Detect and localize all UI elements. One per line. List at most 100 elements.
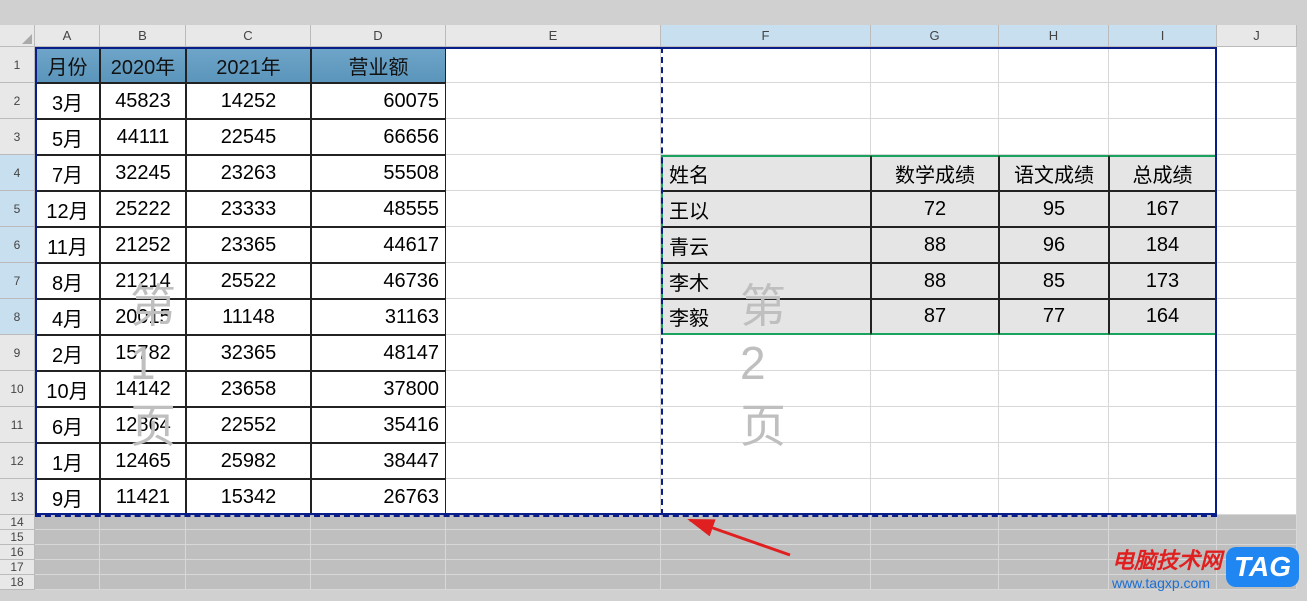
cell[interactable]: 23658 xyxy=(186,371,311,407)
cell[interactable] xyxy=(1109,47,1217,83)
cell[interactable] xyxy=(1217,119,1297,155)
cell[interactable] xyxy=(446,263,661,299)
cell[interactable]: 87 xyxy=(871,299,999,335)
cell[interactable]: 72 xyxy=(871,191,999,227)
row-head[interactable]: 12 xyxy=(0,443,35,479)
cell[interactable]: 23333 xyxy=(186,191,311,227)
cell[interactable] xyxy=(999,83,1109,119)
cell[interactable]: 44111 xyxy=(100,119,186,155)
cell[interactable]: 48147 xyxy=(311,335,446,371)
cell[interactable] xyxy=(35,575,100,590)
cell[interactable] xyxy=(871,560,999,575)
cell[interactable] xyxy=(999,530,1109,545)
cell[interactable] xyxy=(871,443,999,479)
cell[interactable]: 184 xyxy=(1109,227,1217,263)
cell[interactable] xyxy=(661,560,871,575)
cell[interactable] xyxy=(446,83,661,119)
row-head[interactable]: 3 xyxy=(0,119,35,155)
cell[interactable]: 数学成绩 xyxy=(871,155,999,191)
cell[interactable] xyxy=(446,155,661,191)
cell[interactable] xyxy=(1217,515,1297,530)
cell[interactable] xyxy=(871,575,999,590)
cell[interactable] xyxy=(871,545,999,560)
cell[interactable]: 46736 xyxy=(311,263,446,299)
cell[interactable] xyxy=(871,371,999,407)
cell[interactable] xyxy=(1109,335,1217,371)
cell[interactable] xyxy=(1109,83,1217,119)
cell[interactable] xyxy=(999,335,1109,371)
cell[interactable]: 营业额 xyxy=(311,47,446,83)
cell[interactable]: 10月 xyxy=(35,371,100,407)
cell[interactable] xyxy=(871,83,999,119)
cell[interactable]: 2021年 xyxy=(186,47,311,83)
cell[interactable]: 66656 xyxy=(311,119,446,155)
cell[interactable] xyxy=(999,371,1109,407)
cell[interactable] xyxy=(1217,407,1297,443)
row-head[interactable]: 1 xyxy=(0,47,35,83)
page-break-horizontal[interactable] xyxy=(35,515,1217,517)
cell[interactable] xyxy=(35,515,100,530)
cell[interactable]: 姓名 xyxy=(661,155,871,191)
cell[interactable]: 60075 xyxy=(311,83,446,119)
select-all-corner[interactable] xyxy=(0,25,35,47)
cell[interactable] xyxy=(661,119,871,155)
cell[interactable] xyxy=(100,560,186,575)
cell[interactable] xyxy=(311,515,446,530)
cell[interactable]: 语文成绩 xyxy=(999,155,1109,191)
cell[interactable] xyxy=(1217,263,1297,299)
cell[interactable]: 李木 xyxy=(661,263,871,299)
cell[interactable] xyxy=(1217,479,1297,515)
cell[interactable] xyxy=(1217,83,1297,119)
cell[interactable]: 青云 xyxy=(661,227,871,263)
cell[interactable]: 45823 xyxy=(100,83,186,119)
cell[interactable]: 15342 xyxy=(186,479,311,515)
cell[interactable]: 4月 xyxy=(35,299,100,335)
row-head[interactable]: 18 xyxy=(0,575,35,590)
page-break-vertical[interactable] xyxy=(661,47,663,515)
col-head-F[interactable]: F xyxy=(661,25,871,47)
cell[interactable] xyxy=(1109,407,1217,443)
cell[interactable] xyxy=(446,191,661,227)
cell[interactable]: 26763 xyxy=(311,479,446,515)
cell[interactable] xyxy=(446,560,661,575)
cell[interactable]: 王以 xyxy=(661,191,871,227)
cell[interactable] xyxy=(871,515,999,530)
cell[interactable]: 2020年 xyxy=(100,47,186,83)
cell[interactable] xyxy=(446,575,661,590)
cell[interactable] xyxy=(446,335,661,371)
cell[interactable] xyxy=(1109,119,1217,155)
cell[interactable]: 23263 xyxy=(186,155,311,191)
cell[interactable] xyxy=(871,407,999,443)
cell[interactable] xyxy=(1217,299,1297,335)
cell[interactable]: 11148 xyxy=(186,299,311,335)
col-head-H[interactable]: H xyxy=(999,25,1109,47)
cell[interactable] xyxy=(1217,335,1297,371)
cell[interactable]: 48555 xyxy=(311,191,446,227)
cell[interactable] xyxy=(661,47,871,83)
cell[interactable]: 88 xyxy=(871,263,999,299)
cell[interactable] xyxy=(661,371,871,407)
cell[interactable]: 12465 xyxy=(100,443,186,479)
cell[interactable]: 35416 xyxy=(311,407,446,443)
cell[interactable] xyxy=(100,575,186,590)
cell[interactable] xyxy=(35,545,100,560)
cell[interactable] xyxy=(186,575,311,590)
cell[interactable]: 44617 xyxy=(311,227,446,263)
cell[interactable]: 12864 xyxy=(100,407,186,443)
cell[interactable] xyxy=(100,545,186,560)
cell[interactable] xyxy=(1217,227,1297,263)
row-head[interactable]: 11 xyxy=(0,407,35,443)
cell[interactable]: 总成绩 xyxy=(1109,155,1217,191)
row-head[interactable]: 13 xyxy=(0,479,35,515)
cell[interactable] xyxy=(1109,479,1217,515)
cell[interactable] xyxy=(999,575,1109,590)
cell[interactable] xyxy=(871,335,999,371)
cell[interactable] xyxy=(661,83,871,119)
cell[interactable] xyxy=(1109,371,1217,407)
row-head[interactable]: 2 xyxy=(0,83,35,119)
cell[interactable] xyxy=(1217,191,1297,227)
cell[interactable] xyxy=(999,407,1109,443)
cell[interactable] xyxy=(446,119,661,155)
col-head-G[interactable]: G xyxy=(871,25,999,47)
cell[interactable] xyxy=(311,575,446,590)
